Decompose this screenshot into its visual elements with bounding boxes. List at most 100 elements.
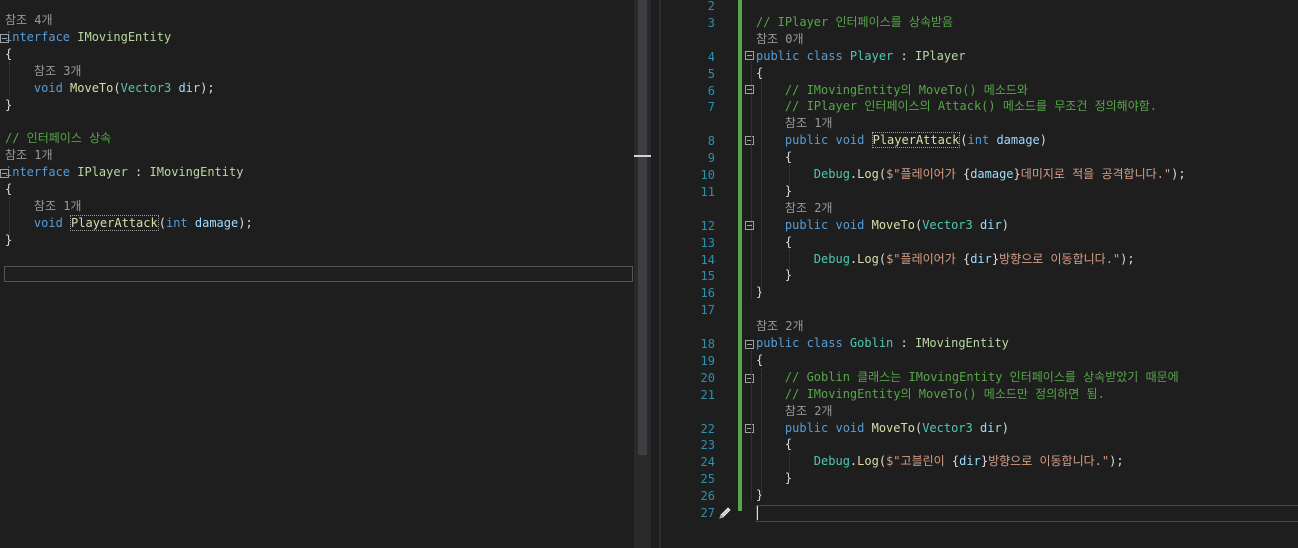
fold-toggle-iplayer[interactable] bbox=[0, 169, 9, 178]
code-line[interactable]: 참조 2개 bbox=[756, 403, 833, 420]
code-line[interactable]: { bbox=[5, 46, 12, 63]
codelens-reference-count[interactable]: 참조 1개 bbox=[5, 199, 82, 213]
code-line[interactable]: // IMovingEntity의 MoveTo() 메소드만 정의하면 됨. bbox=[756, 386, 1105, 403]
code-token: dir bbox=[959, 454, 981, 469]
code-line[interactable]: // IMovingEntity의 MoveTo() 메소드와 bbox=[756, 82, 1028, 99]
code-line[interactable]: { bbox=[756, 65, 763, 82]
fold-toggle-playerattack[interactable] bbox=[745, 136, 754, 145]
code-token: damage bbox=[970, 167, 1014, 181]
codelens-reference-count[interactable]: 참조 4개 bbox=[5, 13, 53, 27]
code-token: { bbox=[756, 352, 764, 367]
codelens-reference-count[interactable]: 참조 2개 bbox=[756, 201, 833, 215]
code-line[interactable]: 참조 2개 bbox=[756, 318, 804, 335]
fold-toggle-moveto[interactable] bbox=[745, 221, 754, 230]
code-line[interactable]: 참조 4개 bbox=[5, 12, 53, 29]
code-token: $"플레이어가 bbox=[886, 167, 963, 181]
code-line[interactable]: 참조 1개 bbox=[5, 147, 53, 164]
code-line[interactable]: { bbox=[5, 181, 12, 198]
codelens-reference-count[interactable]: 참조 1개 bbox=[5, 148, 53, 162]
code-line[interactable]: public class Player : IPlayer bbox=[756, 48, 966, 65]
fold-toggle-comment[interactable] bbox=[745, 85, 754, 94]
code-token: : bbox=[127, 165, 150, 180]
code-line[interactable]: // 인터페이스 상속 bbox=[5, 130, 111, 147]
fold-toggle-goblin-class[interactable] bbox=[745, 340, 754, 349]
code-line[interactable]: interface IMovingEntity bbox=[5, 29, 171, 46]
line-number: 20 bbox=[700, 370, 715, 385]
line-number bbox=[661, 404, 715, 421]
code-token[interactable]: PlayerAttack bbox=[70, 214, 159, 231]
codelens-reference-count[interactable]: 참조 2개 bbox=[756, 404, 833, 418]
codelens-reference-count[interactable]: 참조 1개 bbox=[756, 116, 833, 130]
code-token: Log bbox=[857, 454, 879, 469]
fold-line bbox=[751, 351, 752, 501]
code-line[interactable]: { bbox=[756, 352, 763, 369]
pencil-icon[interactable] bbox=[718, 506, 732, 520]
code-token: { bbox=[756, 65, 764, 80]
line-number: 7 bbox=[707, 100, 715, 115]
code-line[interactable]: 참조 0개 bbox=[756, 31, 804, 48]
code-line[interactable]: void PlayerAttack(int damage); bbox=[5, 214, 253, 232]
code-token: public class bbox=[756, 48, 850, 63]
code-token: } bbox=[756, 285, 764, 300]
code-line[interactable]: 참조 1개 bbox=[756, 115, 833, 132]
code-line[interactable]: 참조 3개 bbox=[5, 63, 82, 80]
fold-toggle-imovingentity[interactable] bbox=[0, 34, 9, 43]
fold-toggle-player-class[interactable] bbox=[745, 51, 754, 60]
scrollbar-thumb[interactable] bbox=[638, 0, 647, 455]
code-token: // IPlayer 인터페이스의 Attack() 메소드를 무조건 정의해야… bbox=[756, 99, 1158, 114]
code-line[interactable]: // IPlayer 인터페이스를 상속받음 bbox=[756, 14, 953, 31]
line-number: 23 bbox=[700, 438, 715, 453]
fold-toggle-comment[interactable] bbox=[745, 374, 754, 383]
code-line[interactable]: Debug.Log($"플레이어가 {dir}방향으로 이동합니다."); bbox=[756, 251, 1135, 268]
code-line[interactable]: public class Goblin : IMovingEntity bbox=[756, 335, 1009, 352]
line-number: 19 bbox=[700, 353, 715, 368]
codelens-reference-count[interactable]: 참조 2개 bbox=[756, 319, 804, 333]
code-token: // Goblin 클래스는 IMovingEntity 인터페이스를 상속받았… bbox=[756, 369, 1179, 384]
code-token: ); bbox=[238, 215, 253, 230]
code-line[interactable]: public void PlayerAttack(int damage) bbox=[756, 132, 1047, 149]
code-token: dir bbox=[970, 251, 992, 266]
left-editor-pane[interactable]: 참조 4개 interface IMovingEntity{ 참조 3개 void… bbox=[0, 0, 634, 548]
codelens-reference-count[interactable]: 참조 3개 bbox=[5, 64, 82, 78]
code-line[interactable]: void MoveTo(Vector3 dir); bbox=[5, 80, 215, 97]
left-vertical-scrollbar[interactable] bbox=[634, 0, 651, 548]
code-token: dir bbox=[980, 217, 1002, 232]
code-token: // IPlayer 인터페이스를 상속받음 bbox=[756, 14, 954, 29]
line-number: 14 bbox=[700, 252, 715, 267]
line-number bbox=[661, 319, 715, 336]
line-number: 21 bbox=[700, 387, 715, 402]
code-token: 방향으로 이동합니다." bbox=[999, 251, 1121, 266]
code-line[interactable]: public void MoveTo(Vector3 dir) bbox=[756, 420, 1009, 437]
code-token: } bbox=[1013, 167, 1021, 181]
indent-guide bbox=[789, 165, 790, 185]
code-token: } bbox=[756, 488, 764, 503]
fold-toggle-moveto[interactable] bbox=[745, 424, 754, 433]
line-number: 4 bbox=[707, 49, 715, 64]
code-token: public void bbox=[756, 217, 872, 232]
code-token: ) bbox=[1039, 133, 1048, 148]
code-line[interactable]: } bbox=[756, 487, 763, 504]
code-line[interactable]: public void MoveTo(Vector3 dir) bbox=[756, 217, 1009, 234]
code-token: ); bbox=[1120, 251, 1135, 266]
code-line[interactable]: Debug.Log($"플레이어가 {damage}데미지로 적을 공격합니다.… bbox=[756, 166, 1186, 183]
code-line[interactable]: // IPlayer 인터페이스의 Attack() 메소드를 무조건 정의해야… bbox=[756, 98, 1157, 115]
code-token: Goblin bbox=[849, 336, 894, 350]
codelens-reference-count[interactable]: 참조 0개 bbox=[756, 32, 804, 46]
code-line[interactable]: } bbox=[756, 284, 763, 301]
code-line[interactable]: 참조 2개 bbox=[756, 200, 833, 217]
code-token: Log bbox=[857, 251, 879, 266]
code-token[interactable]: PlayerAttack bbox=[871, 132, 961, 149]
code-line[interactable]: // Goblin 클래스는 IMovingEntity 인터페이스를 상속받았… bbox=[756, 369, 1179, 386]
line-number bbox=[661, 32, 715, 49]
code-token: public void bbox=[756, 420, 872, 435]
code-line[interactable]: Debug.Log($"고블린이 {dir}방향으로 이동합니다."); bbox=[756, 453, 1124, 470]
code-line[interactable]: interface IPlayer : IMovingEntity bbox=[5, 164, 243, 181]
line-number bbox=[661, 116, 715, 133]
code-token: // IMovingEntity의 MoveTo() 메소드만 정의하면 됨. bbox=[756, 386, 1105, 401]
code-line[interactable]: 참조 1개 bbox=[5, 198, 82, 215]
left-bottom-input-bar[interactable] bbox=[4, 266, 633, 282]
right-editor-pane[interactable]: 2 3 4 5 6 7 8 9 10 11 12 13 14 15 16 17 18 19 20 21 22 23 24 25… bbox=[661, 0, 1298, 548]
code-token: Vector3 bbox=[922, 217, 973, 232]
code-token: { bbox=[5, 46, 13, 61]
